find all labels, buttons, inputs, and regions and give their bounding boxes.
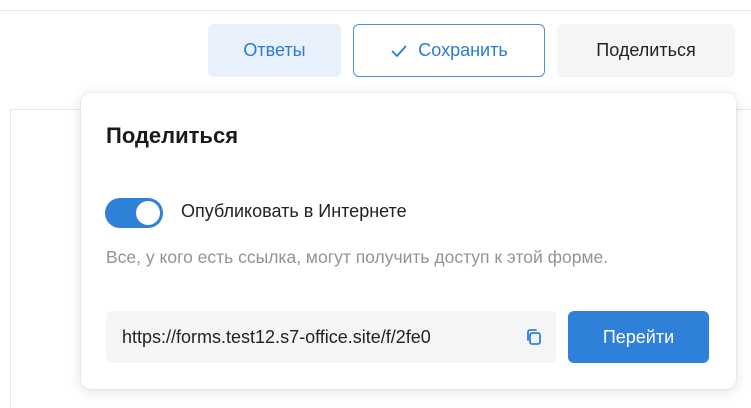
share-link-field[interactable]: https://forms.test12.s7-office.site/f/2f… — [106, 311, 556, 363]
answers-button[interactable]: Ответы — [208, 24, 341, 77]
share-button-label: Поделиться — [596, 40, 696, 60]
save-button-label: Сохранить — [418, 40, 508, 60]
check-icon — [390, 42, 408, 60]
form-editor-screen: Ответы Сохранить Поделиться Поделиться О… — [0, 0, 751, 408]
share-hint-text: Все, у кого есть ссылка, могут получить … — [106, 247, 609, 267]
share-popover-title: Поделиться — [106, 123, 239, 148]
share-popover: Поделиться Опубликовать в Интернете Все,… — [81, 93, 736, 389]
share-button[interactable]: Поделиться — [557, 24, 735, 77]
publish-toggle-knob — [136, 201, 160, 225]
go-button[interactable]: Перейти — [568, 311, 709, 363]
share-link-text: https://forms.test12.s7-office.site/f/2f… — [122, 326, 431, 347]
publish-toggle-label: Опубликовать в Интернете — [181, 201, 407, 221]
publish-toggle[interactable] — [105, 198, 163, 228]
copy-icon[interactable] — [524, 327, 544, 347]
save-button[interactable]: Сохранить — [353, 24, 545, 77]
answers-button-label: Ответы — [243, 40, 306, 60]
go-button-label: Перейти — [602, 326, 675, 347]
